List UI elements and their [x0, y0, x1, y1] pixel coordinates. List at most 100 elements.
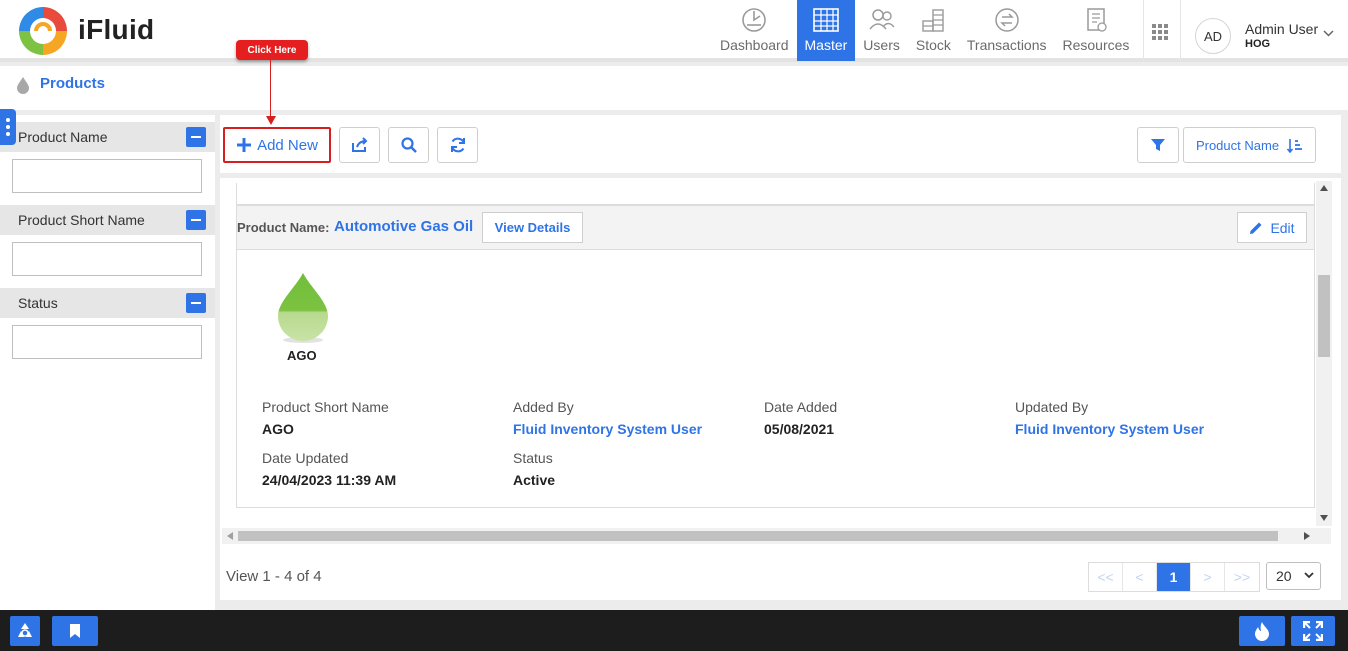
- short-name-value: AGO: [262, 421, 294, 437]
- sort-ascending-icon: [1287, 138, 1303, 153]
- product-name-value[interactable]: Automotive Gas Oil: [334, 218, 473, 235]
- prev-page-button[interactable]: <: [1123, 563, 1157, 591]
- resources-document-icon: [1087, 8, 1107, 32]
- nav-users[interactable]: Users: [855, 0, 908, 61]
- pencil-icon: [1250, 222, 1262, 234]
- collapse-minus-icon[interactable]: [186, 210, 206, 230]
- flame-button[interactable]: [1239, 616, 1285, 646]
- previous-card-edge: [236, 183, 1315, 205]
- scroll-down-arrow-icon[interactable]: [1320, 515, 1328, 521]
- chevron-down-icon[interactable]: [1323, 30, 1334, 37]
- status-label: Status: [513, 450, 553, 466]
- next-page-button[interactable]: >: [1191, 563, 1225, 591]
- horizontal-scrollbar[interactable]: [222, 528, 1331, 544]
- edit-button[interactable]: Edit: [1237, 212, 1307, 243]
- callout-arrow-line: [270, 60, 271, 117]
- product-name-filter-input[interactable]: [12, 159, 202, 193]
- nav-master[interactable]: Master: [796, 0, 856, 61]
- fullscreen-button[interactable]: [1291, 616, 1335, 646]
- date-updated-value: 24/04/2023 11:39 AM: [262, 472, 397, 488]
- recycle-button[interactable]: [10, 616, 40, 646]
- breadcrumb: Products: [0, 66, 1348, 110]
- filter-label: Product Short Name: [18, 212, 145, 228]
- product-code: AGO: [287, 348, 317, 363]
- view-details-button[interactable]: View Details: [482, 212, 583, 243]
- added-by-label: Added By: [513, 399, 574, 415]
- first-page-button[interactable]: <<: [1089, 563, 1123, 591]
- added-by-value[interactable]: Fluid Inventory System User: [513, 421, 702, 437]
- plus-icon: [237, 138, 252, 152]
- scroll-right-arrow-icon[interactable]: [1304, 532, 1310, 540]
- status-filter-input[interactable]: [12, 325, 202, 359]
- last-page-button[interactable]: >>: [1225, 563, 1259, 591]
- transactions-arrows-icon: [994, 8, 1019, 32]
- page-size-value: 20: [1276, 568, 1292, 584]
- page-size-select[interactable]: 20: [1266, 562, 1321, 590]
- master-grid-icon: [813, 8, 839, 32]
- ifluid-logo-icon[interactable]: [16, 5, 70, 57]
- bottom-bar: [0, 610, 1348, 651]
- scroll-left-arrow-icon[interactable]: [227, 532, 233, 540]
- filter-product-name-header: Product Name: [0, 122, 215, 152]
- nav-divider: [1143, 0, 1145, 61]
- search-icon: [400, 137, 417, 153]
- product-short-name-filter-input[interactable]: [12, 242, 202, 276]
- product-droplet-icon: [278, 273, 328, 343]
- stock-coins-icon: [922, 9, 945, 32]
- updated-by-value[interactable]: Fluid Inventory System User: [1015, 421, 1204, 437]
- nav-label: Stock: [915, 37, 951, 53]
- nav-label: Resources: [1062, 37, 1130, 53]
- refresh-icon: [450, 137, 465, 153]
- share-export-icon: [351, 137, 367, 152]
- search-button[interactable]: [388, 127, 429, 163]
- vertical-scroll-thumb[interactable]: [1318, 275, 1330, 357]
- chevron-down-icon: [1304, 572, 1314, 579]
- product-card: Product Name: Automotive Gas Oil View De…: [236, 205, 1315, 508]
- nav-label: Master: [804, 37, 848, 53]
- filter-status-header: Status: [0, 288, 215, 318]
- filter-button[interactable]: [1137, 127, 1179, 163]
- user-name[interactable]: Admin User: [1245, 21, 1318, 37]
- collapse-minus-icon[interactable]: [186, 127, 206, 147]
- collapse-minus-icon[interactable]: [186, 293, 206, 313]
- add-new-button[interactable]: Add New: [223, 127, 331, 163]
- nav-resources[interactable]: Resources: [1055, 0, 1138, 61]
- short-name-label: Product Short Name: [262, 399, 389, 415]
- refresh-button[interactable]: [437, 127, 478, 163]
- page-title[interactable]: Products: [40, 75, 105, 92]
- vertical-scrollbar[interactable]: [1316, 181, 1332, 526]
- avatar[interactable]: AD: [1195, 18, 1231, 54]
- filter-label: Product Name: [18, 129, 108, 145]
- page-number-button[interactable]: 1: [1157, 563, 1191, 591]
- product-name-label: Product Name:: [237, 220, 330, 235]
- filter-panel-toggle[interactable]: [0, 109, 16, 145]
- user-org: HOG: [1245, 38, 1271, 50]
- nav-dashboard[interactable]: Dashboard: [712, 0, 797, 61]
- nav-transactions[interactable]: Transactions: [959, 0, 1055, 61]
- sort-by-button[interactable]: Product Name: [1183, 127, 1316, 163]
- updated-by-label: Updated By: [1015, 399, 1089, 415]
- horizontal-scroll-thumb[interactable]: [238, 531, 1278, 541]
- record-count: View 1 - 4 of 4: [226, 568, 322, 585]
- export-button[interactable]: [339, 127, 380, 163]
- scroll-up-arrow-icon[interactable]: [1320, 185, 1328, 191]
- product-card-header: Product Name: Automotive Gas Oil View De…: [237, 206, 1314, 250]
- users-icon: [868, 9, 895, 30]
- main-nav: Dashboard Master Users Stock Transaction…: [712, 0, 1145, 61]
- pagination: << < 1 > >>: [1088, 562, 1260, 592]
- add-new-label: Add New: [257, 136, 318, 154]
- nav-stock[interactable]: Stock: [908, 0, 959, 61]
- droplet-icon: [17, 77, 29, 94]
- fullscreen-expand-icon: [1303, 621, 1323, 641]
- funnel-filter-icon: [1151, 139, 1165, 151]
- filter-panel: Product Name Product Short Name Status: [0, 115, 215, 610]
- date-added-value: 05/08/2021: [764, 421, 835, 437]
- bookmark-icon: [70, 624, 80, 638]
- apps-grid-icon[interactable]: [1152, 24, 1169, 41]
- sort-label: Product Name: [1195, 137, 1280, 153]
- header-divider: [1180, 0, 1181, 61]
- filter-short-name-header: Product Short Name: [0, 205, 215, 235]
- bookmark-button[interactable]: [52, 616, 98, 646]
- flame-icon: [1255, 622, 1269, 641]
- nav-label: Users: [863, 37, 900, 53]
